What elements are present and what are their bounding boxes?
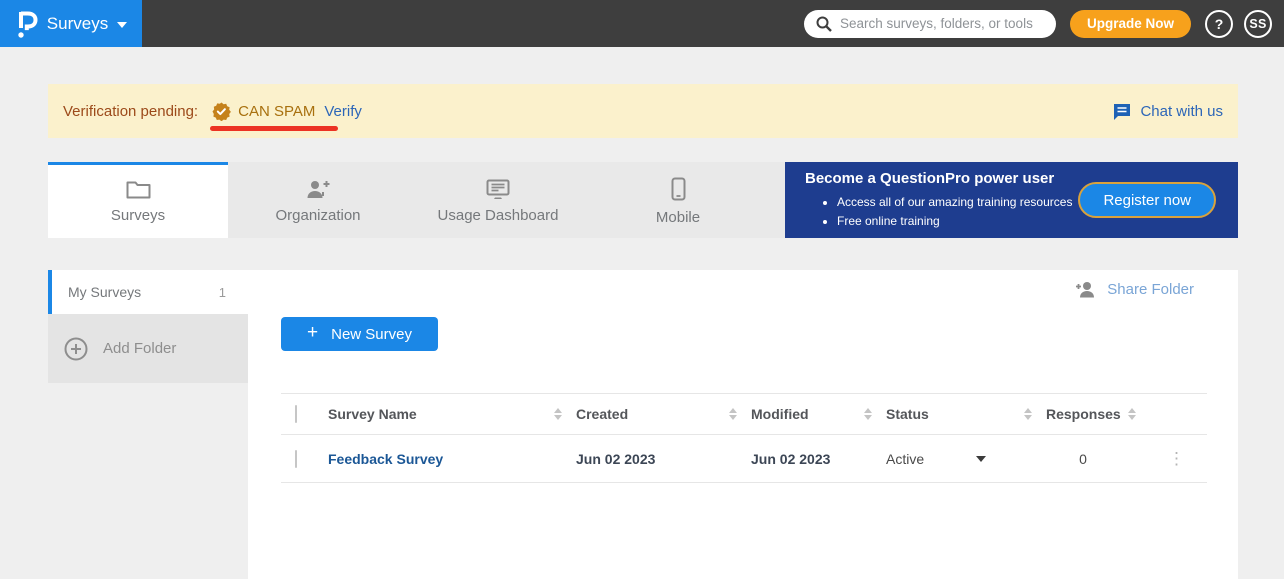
global-search xyxy=(803,9,1056,38)
tab-strip-filler xyxy=(768,162,785,238)
select-all-checkbox[interactable] xyxy=(295,405,297,423)
promo-bullet-list: Access all of our amazing training resou… xyxy=(837,193,1078,230)
user-avatar[interactable]: SS xyxy=(1244,9,1272,38)
folders-sidebar: My Surveys 1 Add Folder xyxy=(48,270,248,579)
surveys-table: Survey Name Created Modified Status Resp… xyxy=(281,393,1207,483)
chat-with-us-label: Chat with us xyxy=(1140,102,1223,120)
sort-icon[interactable] xyxy=(1127,408,1136,420)
tab-surveys[interactable]: Surveys xyxy=(48,162,228,238)
sort-icon[interactable] xyxy=(864,408,872,420)
red-highlight-underline xyxy=(210,126,338,131)
surveys-panel: My Surveys 1 Add Folder Share Folder + N… xyxy=(48,270,1238,579)
can-spam-label: CAN SPAM xyxy=(238,102,316,120)
chat-bubble-icon xyxy=(1113,103,1131,120)
app-switcher[interactable]: Surveys xyxy=(0,0,142,47)
table-row: Feedback Survey Jun 02 2023 Jun 02 2023 … xyxy=(281,435,1207,483)
sidebar-empty-area xyxy=(48,383,248,579)
sort-icon[interactable] xyxy=(554,408,562,420)
tab-label: Mobile xyxy=(655,209,701,226)
status-value: Active xyxy=(886,450,925,467)
tab-mobile[interactable]: Mobile xyxy=(588,162,768,238)
sort-icon[interactable] xyxy=(729,408,737,420)
tab-label: Surveys xyxy=(110,207,166,224)
add-folder-button[interactable]: Add Folder xyxy=(48,314,248,383)
tab-organization[interactable]: Organization xyxy=(228,162,408,238)
share-folder-button[interactable]: Share Folder xyxy=(1075,281,1194,298)
module-tab-strip: Surveys Organization Usage Dashboard Mob… xyxy=(48,162,1238,238)
tab-label: Organization xyxy=(275,207,361,224)
table-header-row: Survey Name Created Modified Status Resp… xyxy=(281,393,1207,435)
promo-title: Become a QuestionPro power user xyxy=(805,169,1055,187)
person-add-icon xyxy=(305,179,332,199)
help-button[interactable]: ? xyxy=(1205,9,1233,38)
app-label: Surveys xyxy=(46,13,109,33)
my-surveys-count: 1 xyxy=(218,284,226,300)
tab-usage-dashboard[interactable]: Usage Dashboard xyxy=(408,162,588,238)
new-survey-button[interactable]: + New Survey xyxy=(281,317,438,351)
chevron-down-icon xyxy=(117,21,128,28)
status-dropdown-caret[interactable] xyxy=(976,455,986,462)
sort-icon[interactable] xyxy=(1024,408,1032,420)
verify-link[interactable]: Verify xyxy=(324,103,362,120)
my-surveys-label: My Surveys xyxy=(68,284,142,300)
col-survey-name: Survey Name xyxy=(328,406,417,422)
chat-with-us-link[interactable]: Chat with us xyxy=(1113,103,1223,120)
promo-bullet: Access all of our amazing training resou… xyxy=(837,193,1078,212)
search-icon xyxy=(816,16,832,32)
col-responses: Responses xyxy=(1046,406,1121,422)
col-modified: Modified xyxy=(751,406,809,422)
top-bar: Surveys Upgrade Now ? SS xyxy=(0,0,1284,47)
verified-seal-icon xyxy=(212,102,232,121)
sidebar-item-my-surveys[interactable]: My Surveys 1 xyxy=(48,270,248,314)
verification-pending-label: Verification pending: xyxy=(63,102,199,120)
upgrade-now-button[interactable]: Upgrade Now xyxy=(1069,9,1191,38)
mobile-icon xyxy=(671,177,686,201)
search-input[interactable] xyxy=(839,16,1044,31)
new-survey-label: New Survey xyxy=(331,325,412,343)
power-user-promo-panel: Become a QuestionPro power user Access a… xyxy=(785,162,1238,238)
modified-date: Jun 02 2023 xyxy=(751,450,831,467)
created-date: Jun 02 2023 xyxy=(576,450,656,467)
row-checkbox[interactable] xyxy=(295,449,297,468)
promo-bullet: Free online training xyxy=(837,212,1078,231)
register-now-button[interactable]: Register now xyxy=(1078,182,1216,218)
col-status: Status xyxy=(886,406,929,422)
add-folder-label: Add Folder xyxy=(103,340,177,357)
share-folder-label: Share Folder xyxy=(1107,281,1194,298)
person-add-icon xyxy=(1075,281,1097,298)
folder-icon xyxy=(126,179,151,199)
kebab-menu-icon[interactable]: ⋮ xyxy=(1168,450,1185,467)
questionpro-logo-icon xyxy=(15,9,38,39)
responses-count: 0 xyxy=(1079,450,1087,467)
verification-banner: Verification pending: CAN SPAM Verify Ch… xyxy=(48,84,1238,138)
survey-list-area: Share Folder + New Survey Survey Name Cr… xyxy=(248,270,1238,579)
col-created: Created xyxy=(576,406,629,422)
plus-icon: + xyxy=(307,322,319,343)
survey-name-link[interactable]: Feedback Survey xyxy=(328,451,443,467)
tab-label: Usage Dashboard xyxy=(437,207,559,224)
circle-plus-icon xyxy=(64,337,88,361)
dashboard-icon xyxy=(486,179,510,199)
